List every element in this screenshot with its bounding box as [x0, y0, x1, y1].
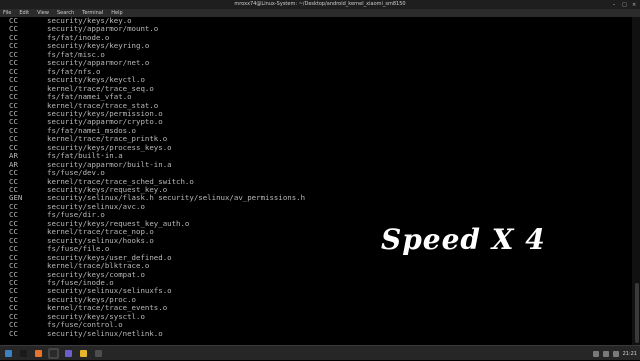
terminal-output[interactable]: CC security/keys/key.o CC security/apparmor…: [0, 17, 632, 345]
speed-overlay-text: Speed X 4: [381, 223, 546, 256]
network-icon[interactable]: [592, 350, 599, 357]
menu-file[interactable]: File: [0, 9, 15, 17]
terminal-active-icon-glyph: [50, 350, 57, 357]
text-editor-icon-glyph: [95, 350, 102, 357]
taskbar: 21:21: [0, 345, 640, 360]
system-tray: 21:21: [592, 346, 637, 361]
menu-edit[interactable]: Edit: [15, 9, 33, 17]
battery-icon[interactable]: [612, 350, 619, 357]
clock[interactable]: 21:21: [623, 351, 637, 357]
chrome-icon-glyph: [80, 350, 87, 357]
window-controls: – □ ×: [612, 0, 636, 9]
build-step-label: CC: [9, 328, 18, 338]
window-title: mroxx74@Linux-System: ~/Desktop/android_…: [234, 1, 406, 7]
menu-icon[interactable]: [3, 348, 14, 359]
menu-icon-glyph: [5, 350, 12, 357]
volume-icon[interactable]: [602, 350, 609, 357]
terminal-active-icon[interactable]: [48, 348, 59, 359]
files-icon-glyph: [65, 350, 72, 357]
menubar: File Edit View Search Terminal Help: [0, 9, 640, 17]
menu-help[interactable]: Help: [107, 9, 126, 17]
terminal-icon[interactable]: [18, 348, 29, 359]
close-icon[interactable]: ×: [632, 2, 636, 7]
menu-search[interactable]: Search: [53, 9, 78, 17]
firefox-icon-glyph: [35, 350, 42, 357]
scrollbar-thumb[interactable]: [635, 283, 639, 343]
window-titlebar: mroxx74@Linux-System: ~/Desktop/android_…: [0, 0, 640, 9]
chrome-icon[interactable]: [78, 348, 89, 359]
firefox-icon[interactable]: [33, 348, 44, 359]
files-icon[interactable]: [63, 348, 74, 359]
build-file-path: security/selinux/netlink.o: [47, 328, 163, 338]
minimize-icon[interactable]: –: [612, 2, 616, 7]
terminal-icon-glyph: [20, 350, 27, 357]
maximize-icon[interactable]: □: [622, 2, 627, 7]
text-editor-icon[interactable]: [93, 348, 104, 359]
terminal-scrollbar[interactable]: [632, 17, 640, 345]
menu-view[interactable]: View: [33, 9, 53, 17]
menu-terminal[interactable]: Terminal: [78, 9, 107, 17]
